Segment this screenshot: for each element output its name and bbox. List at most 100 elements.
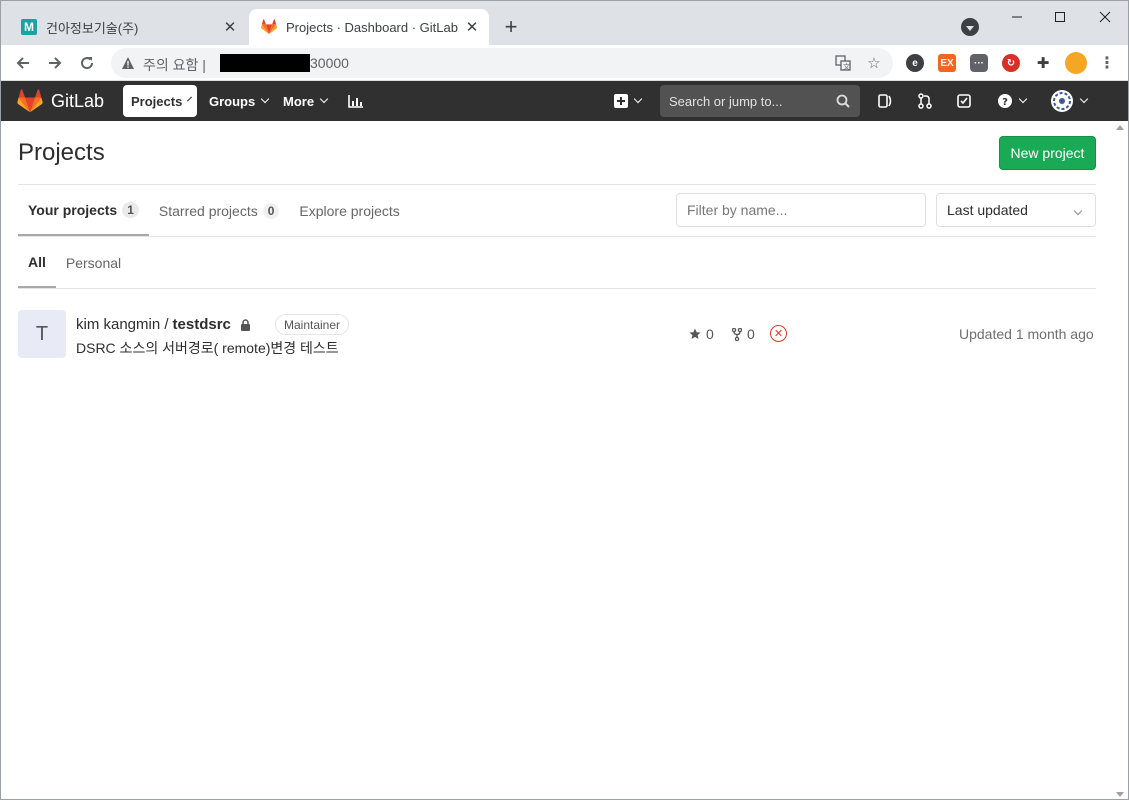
arrow-right-icon (49, 57, 62, 69)
redacted-host (220, 54, 310, 72)
extension-refresh-icon[interactable]: ↻ (1002, 54, 1020, 72)
maximize-icon (1055, 12, 1065, 22)
create-new-dropdown[interactable] (611, 91, 643, 111)
nav-groups-dropdown[interactable]: Groups (201, 85, 276, 117)
divider (18, 288, 1096, 289)
extensions-puzzle-icon[interactable]: ✚ (1034, 54, 1052, 72)
svg-text:文: 文 (843, 62, 850, 71)
tab-label: Your projects (28, 201, 118, 218)
new-tab-button[interactable]: + (499, 14, 523, 39)
gitlab-search-box[interactable]: Search or jump to... (660, 85, 860, 117)
project-name: testdsrc (172, 316, 231, 333)
project-description: DSRC 소스의 서버경로( remote)변경 테스트 (76, 340, 339, 356)
filter-by-name-input[interactable] (676, 193, 926, 227)
search-placeholder: Search or jump to... (669, 94, 783, 109)
user-avatar-icon (1050, 90, 1073, 112)
close-tab-icon[interactable]: ✕ (219, 16, 241, 38)
analytics-chart-icon[interactable] (346, 91, 366, 111)
nav-more-label: More (283, 93, 315, 109)
gitlab-brand: GitLab (51, 90, 105, 111)
search-icon (836, 94, 850, 108)
fork-count: 0 (747, 326, 755, 342)
address-bar: 주의 요함 | 30000 文 ☆ e EX ··· ↻ ✚ ⋮ (1, 45, 1128, 81)
minimize-icon (1012, 16, 1022, 18)
security-warning-text: 주의 요함 | (143, 57, 206, 73)
tab-starred-projects[interactable]: Starred projects 0 (149, 185, 290, 236)
gitlab-tanuki-icon (17, 89, 43, 113)
scroll-down-icon[interactable] (1116, 792, 1124, 797)
close-icon (1099, 11, 1111, 23)
project-scope-tabs: Your projects 1 Starred projects 0 Explo… (18, 185, 410, 236)
help-dropdown[interactable]: ? (994, 91, 1028, 111)
project-visibility-tabs: All Personal (18, 237, 131, 288)
sort-dropdown[interactable]: Last updated (936, 193, 1096, 227)
star-bookmark-icon[interactable]: ☆ (866, 55, 882, 72)
warning-icon[interactable] (121, 56, 135, 70)
lock-icon (240, 318, 250, 331)
nav-projects-label: Projects (131, 93, 183, 109)
merge-requests-icon[interactable] (915, 91, 935, 111)
tab-strip: M 건아정보기술(주) ✕ Projects · Dashboard · Git… (1, 1, 1128, 45)
scroll-up-icon[interactable] (1116, 125, 1124, 130)
project-namespace: kim kangmin / (76, 316, 169, 333)
help-icon: ? (997, 94, 1012, 108)
tab-explore-projects[interactable]: Explore projects (289, 185, 409, 236)
tab-label: Explore projects (299, 202, 400, 219)
svg-text:?: ? (1002, 97, 1008, 108)
count-badge: 1 (122, 201, 139, 218)
chevron-down-icon (633, 94, 642, 104)
gitlab-navbar: GitLab Projects Groups More Search or ju… (1, 81, 1128, 121)
star-icon (689, 328, 701, 339)
extension-ex-icon[interactable]: EX (938, 54, 956, 72)
reload-button[interactable] (73, 49, 101, 77)
tab-your-projects[interactable]: Your projects 1 (18, 185, 149, 236)
chevron-down-icon (1079, 94, 1088, 104)
user-menu-dropdown[interactable] (1047, 89, 1089, 113)
new-project-button[interactable]: New project (999, 136, 1096, 170)
forward-button[interactable] (41, 49, 69, 77)
arrow-left-icon (16, 57, 29, 69)
project-avatar[interactable]: T (18, 310, 66, 358)
nav-more-dropdown[interactable]: More (275, 85, 335, 117)
chevron-down-icon (1073, 206, 1083, 216)
url-omnibox[interactable]: 주의 요함 | 30000 文 ☆ (111, 48, 893, 78)
close-tab-icon[interactable]: ✕ (461, 16, 483, 38)
minimize-button[interactable] (997, 5, 1037, 29)
translate-icon[interactable]: 文 (835, 55, 851, 71)
browser-window: M 건아정보기술(주) ✕ Projects · Dashboard · Git… (0, 0, 1129, 800)
profile-avatar[interactable] (1065, 52, 1087, 74)
tab-all[interactable]: All (18, 237, 56, 288)
page-title: Projects (18, 139, 105, 166)
page-scrollbar[interactable] (1113, 121, 1128, 799)
chevron-down-icon (187, 96, 193, 102)
star-count: 0 (706, 326, 714, 342)
nav-groups-label: Groups (209, 93, 256, 109)
tab-title: 건아정보기술(주) (46, 20, 139, 36)
chevron-down-icon (319, 94, 329, 104)
tab-label: Starred projects (158, 202, 258, 219)
browser-tab-gitlab[interactable]: Projects · Dashboard · GitLab ✕ (249, 9, 489, 45)
gitlab-home-link[interactable]: GitLab (17, 89, 104, 113)
chevron-down-icon (1018, 94, 1027, 104)
nav-projects-dropdown[interactable]: Projects (123, 85, 197, 117)
close-window-button[interactable] (1085, 5, 1125, 29)
count-badge: 0 (262, 202, 280, 219)
browser-tab-company[interactable]: M 건아정보기술(주) ✕ (9, 9, 247, 45)
maximize-button[interactable] (1040, 5, 1080, 29)
project-stars[interactable]: 0 (689, 326, 714, 342)
divider (18, 236, 1096, 237)
project-title-link[interactable]: kim kangmin / testdsrc (76, 316, 251, 333)
issues-icon[interactable] (875, 91, 895, 111)
chrome-menu-icon[interactable]: ⋮ (1098, 54, 1116, 72)
tab-search-icon[interactable] (961, 18, 979, 36)
sort-selected-value: Last updated (947, 202, 1028, 218)
todos-icon[interactable] (954, 91, 974, 111)
project-forks[interactable]: 0 (732, 326, 755, 342)
back-button[interactable] (9, 49, 37, 77)
pipeline-failed-icon[interactable]: ✕ (770, 325, 787, 342)
tab-personal[interactable]: Personal (56, 237, 131, 288)
extension-e-icon[interactable]: e (906, 54, 924, 72)
role-badge: Maintainer (275, 314, 350, 335)
extension-chat-icon[interactable]: ··· (970, 54, 988, 72)
project-updated-time: Updated 1 month ago (959, 326, 1094, 342)
